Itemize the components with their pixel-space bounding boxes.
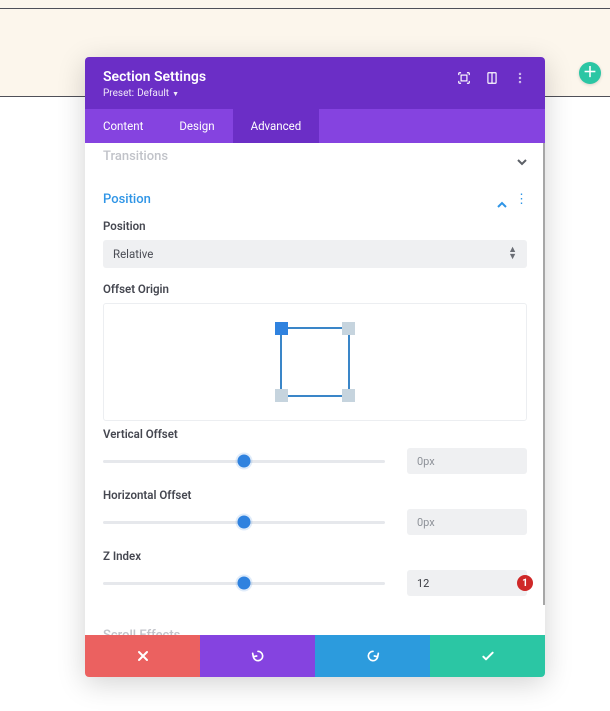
modal-footer	[85, 635, 545, 677]
panel-scroll-title: Scroll Effects	[103, 628, 180, 635]
panel-scroll-effects[interactable]: Scroll Effects	[103, 618, 527, 635]
chevron-down-icon: ▼	[172, 90, 179, 98]
chevron-down-icon	[517, 631, 527, 636]
origin-square	[280, 327, 350, 397]
redo-button[interactable]	[315, 635, 430, 677]
more-icon[interactable]	[513, 71, 527, 85]
horizontal-offset-slider[interactable]	[103, 515, 385, 529]
origin-top-left[interactable]	[275, 322, 288, 335]
scrollbar[interactable]	[543, 143, 545, 605]
origin-bottom-right[interactable]	[342, 389, 355, 402]
modal-header: Section Settings Preset: Default ▼	[85, 57, 545, 109]
horizontal-offset-label: Horizontal Offset	[103, 488, 527, 502]
offset-origin-picker	[103, 303, 527, 421]
origin-top-right[interactable]	[342, 322, 355, 335]
undo-button[interactable]	[200, 635, 315, 677]
add-section-button[interactable]: ＋	[579, 62, 601, 84]
select-carets-icon: ▲▼	[508, 247, 517, 261]
expand-icon[interactable]	[457, 71, 471, 85]
origin-bottom-left[interactable]	[275, 389, 288, 402]
zindex-slider[interactable]	[103, 576, 385, 590]
modal-title: Section Settings	[103, 69, 206, 85]
section-settings-modal: Section Settings Preset: Default ▼ Conte…	[85, 57, 545, 677]
panel-transitions-title: Transitions	[103, 149, 168, 164]
offset-origin-label: Offset Origin	[103, 282, 527, 296]
slider-thumb[interactable]	[238, 516, 251, 529]
snap-icon[interactable]	[485, 71, 499, 85]
annotation-badge: 1	[517, 575, 533, 591]
modal-tabs: Content Design Advanced	[85, 109, 545, 143]
preset-prefix: Preset:	[103, 88, 134, 99]
panel-position[interactable]: Position ⋮	[103, 174, 527, 213]
zindex-label: Z Index	[103, 549, 527, 563]
slider-thumb[interactable]	[238, 455, 251, 468]
zindex-input[interactable]: 12 1	[407, 570, 527, 596]
tab-design[interactable]: Design	[161, 109, 232, 143]
panel-position-menu-icon[interactable]: ⋮	[515, 193, 527, 206]
horizontal-offset-input[interactable]: 0px	[407, 509, 527, 535]
vertical-offset-label: Vertical Offset	[103, 427, 527, 441]
tab-advanced[interactable]: Advanced	[233, 109, 320, 143]
save-button[interactable]	[430, 635, 545, 677]
slider-thumb[interactable]	[238, 577, 251, 590]
chevron-up-icon	[497, 195, 507, 205]
preset-selector[interactable]: Preset: Default ▼	[103, 88, 206, 99]
vertical-offset-input[interactable]: 0px	[407, 448, 527, 474]
cancel-button[interactable]	[85, 635, 200, 677]
panel-transitions[interactable]: Transitions	[103, 143, 527, 174]
position-select[interactable]: Relative ▲▼	[103, 240, 527, 268]
chevron-down-icon	[517, 152, 527, 162]
vertical-offset-slider[interactable]	[103, 454, 385, 468]
preset-value: Default	[137, 88, 169, 99]
position-select-value: Relative	[113, 247, 153, 261]
panel-position-title: Position	[103, 192, 151, 207]
tab-content[interactable]: Content	[85, 109, 161, 143]
position-field-label: Position	[103, 219, 527, 233]
